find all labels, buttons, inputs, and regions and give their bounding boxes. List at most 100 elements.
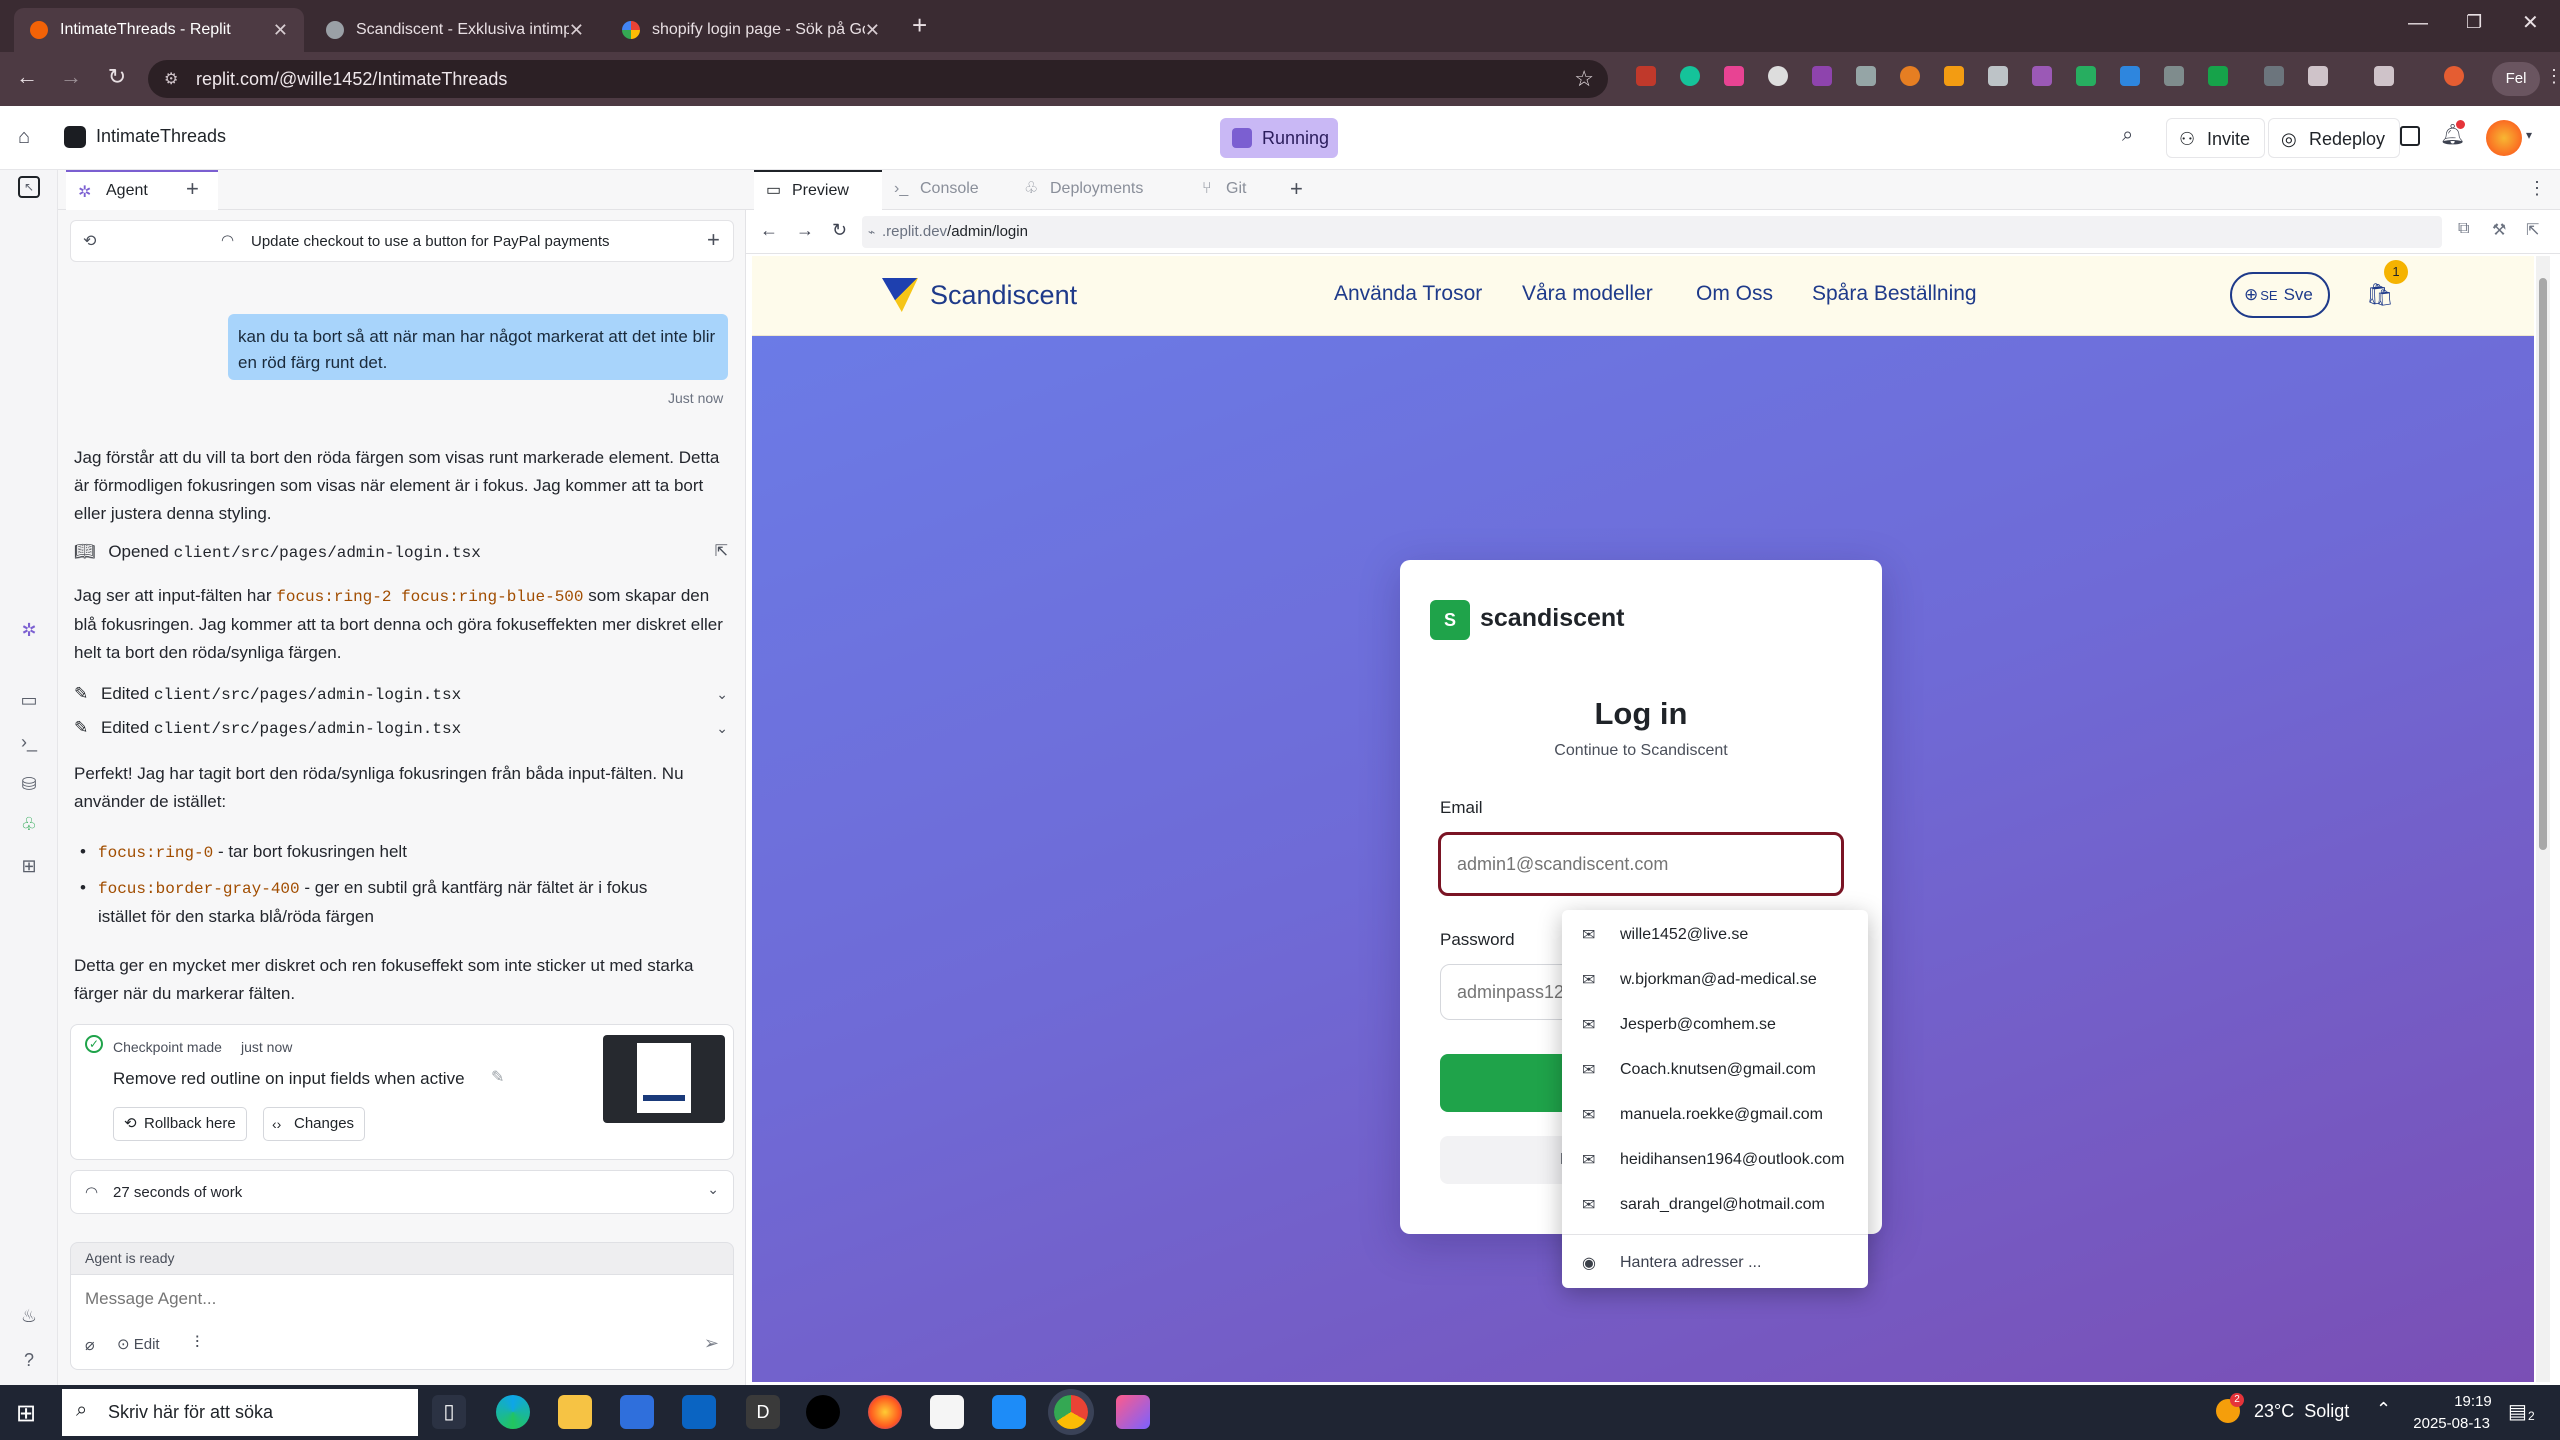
checkpoint-thumbnail[interactable] <box>603 1035 725 1123</box>
new-task-icon[interactable]: + <box>707 227 720 253</box>
extension-icon[interactable] <box>1724 66 1744 86</box>
download-icon[interactable] <box>2264 66 2284 86</box>
extension-icon[interactable] <box>2208 66 2228 86</box>
nav-link[interactable]: Om Oss <box>1696 282 1773 306</box>
extension-icon[interactable] <box>1900 66 1920 86</box>
tiktok-icon[interactable] <box>806 1395 840 1429</box>
close-tab-icon[interactable]: ✕ <box>865 20 880 41</box>
edited-file-row[interactable]: ✎ Edited client/src/pages/admin-login.ts… <box>74 680 734 708</box>
extension-icon[interactable] <box>2076 66 2096 86</box>
nav-link[interactable]: Använda Trosor <box>1334 282 1482 306</box>
forward-icon[interactable]: → <box>56 64 86 90</box>
autocomplete-item[interactable]: ✉ sarah_drangel@hotmail.com <box>1562 1182 1868 1227</box>
address-bar[interactable]: ⚙ replit.com/@wille1452/IntimateThreads … <box>148 60 1608 98</box>
task-title[interactable]: Update checkout to use a button for PayP… <box>251 233 610 250</box>
weather-text[interactable]: 23°C Soligt <box>2254 1401 2349 1422</box>
minimize-icon[interactable]: — <box>2408 12 2428 35</box>
shell-icon[interactable]: ›_ <box>17 730 41 754</box>
edited-file-row[interactable]: ✎ Edited client/src/pages/admin-login.ts… <box>74 714 734 742</box>
agent-icon[interactable]: ✲ <box>17 618 41 642</box>
extension-icon[interactable] <box>2032 66 2052 86</box>
site-info-icon[interactable]: ⚙ <box>164 69 178 89</box>
extension-icon[interactable] <box>2444 66 2464 86</box>
tab-deployments[interactable]: ♧ Deployments <box>1012 170 1188 210</box>
file-explorer-icon[interactable] <box>558 1395 592 1429</box>
browser-tab-scandiscent[interactable]: Scandiscent - Exklusiva intimpla ✕ <box>310 8 600 52</box>
back-icon[interactable]: ← <box>12 64 42 90</box>
browser-tab-google[interactable]: shopify login page - Sök på Go ✕ <box>606 8 896 52</box>
home-icon[interactable]: ⌂ <box>18 126 30 149</box>
preview-monitor-icon[interactable]: ▭ <box>17 688 41 712</box>
search-icon[interactable]: ⌕ <box>2122 124 2133 147</box>
extensions-puzzle-icon[interactable] <box>2308 66 2328 86</box>
tab-console[interactable]: ›_ Console <box>882 170 1010 210</box>
preview-scrollbar[interactable] <box>2536 256 2550 1382</box>
creative-cloud-icon[interactable] <box>1116 1395 1150 1429</box>
chevron-down-icon[interactable]: ⌄ <box>716 714 728 742</box>
deployments-icon[interactable]: ♧ <box>17 812 41 836</box>
menu-kebab-icon[interactable]: ⋮ <box>2545 66 2560 87</box>
site-brand[interactable]: Scandiscent <box>930 280 1077 311</box>
preview-url-input[interactable]: ⌁ .replit.dev/admin/login <box>862 216 2442 248</box>
forward-icon[interactable]: → <box>796 220 814 241</box>
extension-icon[interactable] <box>1636 66 1656 86</box>
manage-addresses-item[interactable]: ◉ Hantera adresser ... <box>1562 1240 1868 1285</box>
autocomplete-item[interactable]: ✉ w.bjorkman@ad-medical.se <box>1562 957 1868 1002</box>
work-summary-row[interactable]: ◠ 27 seconds of work ⌄ <box>70 1170 734 1214</box>
all-tools-grid-icon[interactable]: ⊞ <box>17 854 41 878</box>
grammarly-icon[interactable] <box>1680 66 1700 86</box>
close-tab-icon[interactable]: ✕ <box>273 20 288 41</box>
database-icon[interactable]: ⛁ <box>17 772 41 796</box>
scrollbar-thumb[interactable] <box>2539 278 2547 850</box>
task-view-icon[interactable]: ▯ <box>432 1395 466 1429</box>
back-icon[interactable]: ← <box>760 220 778 241</box>
reload-icon[interactable]: ↻ <box>102 64 132 90</box>
clock-date[interactable]: 2025-08-13 <box>2400 1415 2490 1432</box>
language-selector[interactable]: ⊕ SE Sve <box>2230 272 2330 318</box>
attach-icon[interactable]: ⌀ <box>85 1335 95 1355</box>
autocomplete-item[interactable]: ✉ Jesperb@comhem.se <box>1562 1002 1868 1047</box>
capcut-icon[interactable] <box>930 1395 964 1429</box>
nav-link[interactable]: Spåra Beställning <box>1812 282 1977 306</box>
project-name[interactable]: IntimateThreads <box>96 126 226 147</box>
email-field[interactable] <box>1438 832 1844 896</box>
run-status-button[interactable]: Running <box>1220 118 1338 158</box>
deploy-panel-icon[interactable] <box>2400 126 2420 146</box>
opened-file-row[interactable]: 📖︎ Opened client/src/pages/admin-login.t… <box>74 538 734 566</box>
bookmark-star-icon[interactable]: ☆ <box>1574 66 1594 92</box>
extension-icon[interactable] <box>1812 66 1832 86</box>
autocomplete-item[interactable]: ✉ heidihansen1964@outlook.com <box>1562 1137 1868 1182</box>
extension-icon[interactable] <box>2120 66 2140 86</box>
store-icon[interactable] <box>620 1395 654 1429</box>
new-tab-icon[interactable]: + <box>186 176 199 202</box>
tray-chevron-up-icon[interactable]: ⌃ <box>2376 1399 2391 1420</box>
notification-center-icon[interactable]: ▤ <box>2508 1399 2527 1424</box>
autocomplete-item[interactable]: ✉ wille1452@live.se <box>1562 912 1868 957</box>
open-external-icon[interactable]: ⇱ <box>715 538 728 566</box>
invite-button[interactable]: ⚇ Invite <box>2166 118 2266 158</box>
changes-button[interactable]: ‹› Changes <box>263 1107 366 1141</box>
extension-icon[interactable] <box>1768 66 1788 86</box>
close-window-icon[interactable]: ✕ <box>2522 10 2539 35</box>
windows-start-icon[interactable]: ⊞ <box>16 1399 36 1428</box>
new-tab-icon[interactable]: + <box>1290 176 1303 202</box>
edit-mode-button[interactable]: ⊙ Edit <box>117 1335 160 1353</box>
tab-git[interactable]: ⑂ Git <box>1190 170 1280 210</box>
reload-icon[interactable]: ↻ <box>832 220 847 241</box>
app-d-icon[interactable]: D <box>746 1395 780 1429</box>
avatar[interactable] <box>2486 120 2522 156</box>
app-icon[interactable] <box>992 1395 1026 1429</box>
autocomplete-item[interactable]: ✉ Coach.knutsen@gmail.com <box>1562 1047 1868 1092</box>
profile-button[interactable]: Fel <box>2492 62 2540 96</box>
rollback-button[interactable]: ⟲ Rollback here <box>113 1107 247 1141</box>
new-tab-icon[interactable]: + <box>912 10 927 41</box>
message-input[interactable] <box>71 1275 711 1323</box>
tab-preview[interactable]: ▭ Preview <box>754 170 882 210</box>
history-icon[interactable]: ⟲ <box>83 231 96 251</box>
clock-time[interactable]: 19:19 <box>2428 1393 2518 1410</box>
open-new-window-icon[interactable]: ⇱ <box>2526 220 2539 240</box>
chrome-icon[interactable] <box>1054 1395 1088 1429</box>
redeploy-button[interactable]: ◎ Redeploy <box>2268 118 2401 158</box>
pencil-icon[interactable]: ✎ <box>491 1067 504 1087</box>
taskbar-search-box[interactable]: ⌕ Skriv här för att söka <box>62 1389 418 1436</box>
